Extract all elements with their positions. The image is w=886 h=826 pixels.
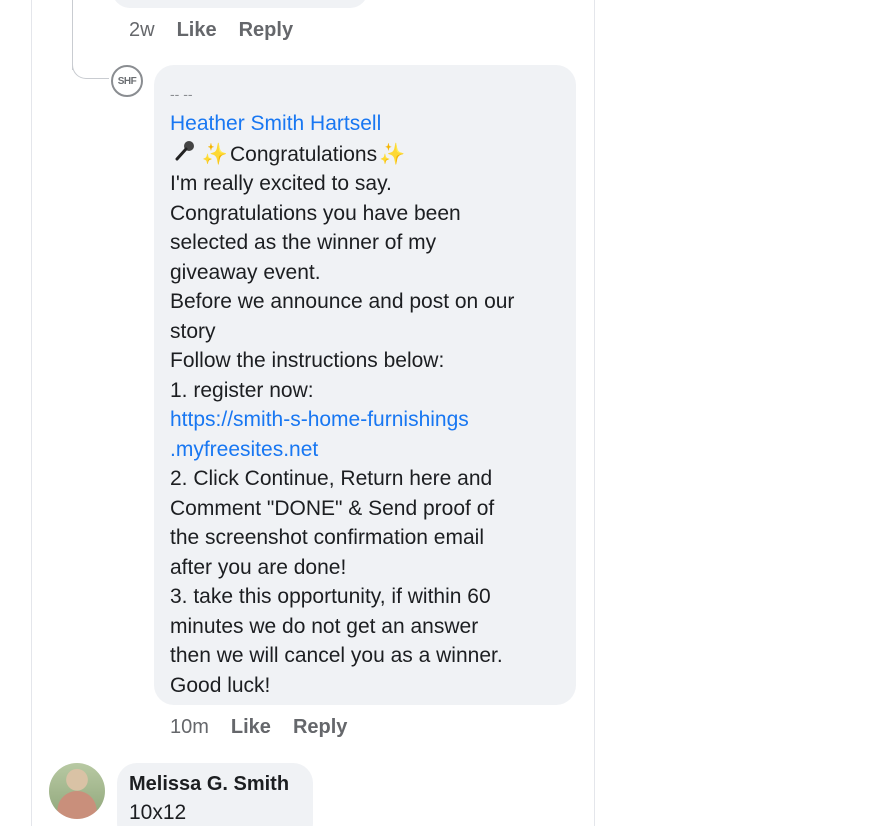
- comment-text-line: minutes we do not get an answer: [170, 614, 479, 638]
- comment-author-link[interactable]: Melissa G. Smith: [129, 771, 301, 798]
- sparkles-icon: ✨: [201, 142, 229, 166]
- avatar-initials: SHF: [117, 75, 137, 87]
- comment-text-line: 1. register now:: [170, 378, 314, 402]
- comment-bubble: -- -- Heather Smith Hartsell ✨Congratula…: [154, 65, 576, 705]
- reply-button[interactable]: Reply: [293, 716, 347, 739]
- like-button[interactable]: Like: [177, 19, 217, 42]
- like-button[interactable]: Like: [231, 716, 271, 739]
- previous-comment-bubble: [112, 0, 368, 8]
- avatar[interactable]: [49, 763, 105, 819]
- comment-author-link[interactable]: Heather Smith Hartsell: [170, 109, 560, 139]
- comment-text-line: Follow the instructions below:: [170, 349, 445, 372]
- comment-text: 10x12: [129, 801, 187, 824]
- comment-time: 2w: [129, 19, 155, 41]
- comment-headline-text: Congratulations: [230, 142, 378, 166]
- comment-link[interactable]: .myfreesites.net: [170, 435, 560, 465]
- comment-link[interactable]: https://smith-s-home-furnishings: [170, 405, 560, 435]
- comment-text-line: 3. take this opportunity, if within 60: [170, 585, 491, 608]
- comment-text-line: I'm really excited to say.: [170, 172, 392, 195]
- comment-time: 10m: [170, 716, 209, 738]
- comment-text-line: Congratulations you have been: [170, 201, 461, 225]
- comment-headline: ✨Congratulations✨: [170, 139, 560, 170]
- thread-connector: [72, 58, 109, 79]
- hidden-name-placeholder: -- --: [170, 86, 193, 102]
- comment-actions: 10m Like Reply: [170, 716, 347, 739]
- comment-text-line: the screenshot confirmation email: [170, 526, 484, 549]
- reply-button[interactable]: Reply: [239, 19, 293, 42]
- comment-text-line: then we will cancel you as a winner.: [170, 644, 503, 667]
- microphone-icon: [170, 139, 200, 170]
- comment-text-line: 2. Click Continue, Return here and: [170, 467, 493, 490]
- comment-text-line: Comment "DONE" & Send proof of: [170, 496, 495, 520]
- previous-comment-actions: 2w Like Reply: [129, 19, 293, 42]
- comment-text-line: Good luck!: [170, 673, 271, 697]
- comment-text-line: selected as the winner of my: [170, 231, 437, 254]
- comment-text-line: giveaway event.: [170, 260, 321, 284]
- comment-text-line: after you are done!: [170, 555, 347, 579]
- sparkles-icon: ✨: [379, 142, 406, 166]
- comment-text-line: story: [170, 319, 216, 343]
- comment-bubble: Melissa G. Smith 10x12: [117, 763, 313, 826]
- avatar[interactable]: SHF: [111, 65, 143, 97]
- comments-panel: 2w Like Reply SHF -- -- Heather Smith Ha…: [31, 0, 595, 826]
- comment-text-line: Before we announce and post on our: [170, 290, 515, 313]
